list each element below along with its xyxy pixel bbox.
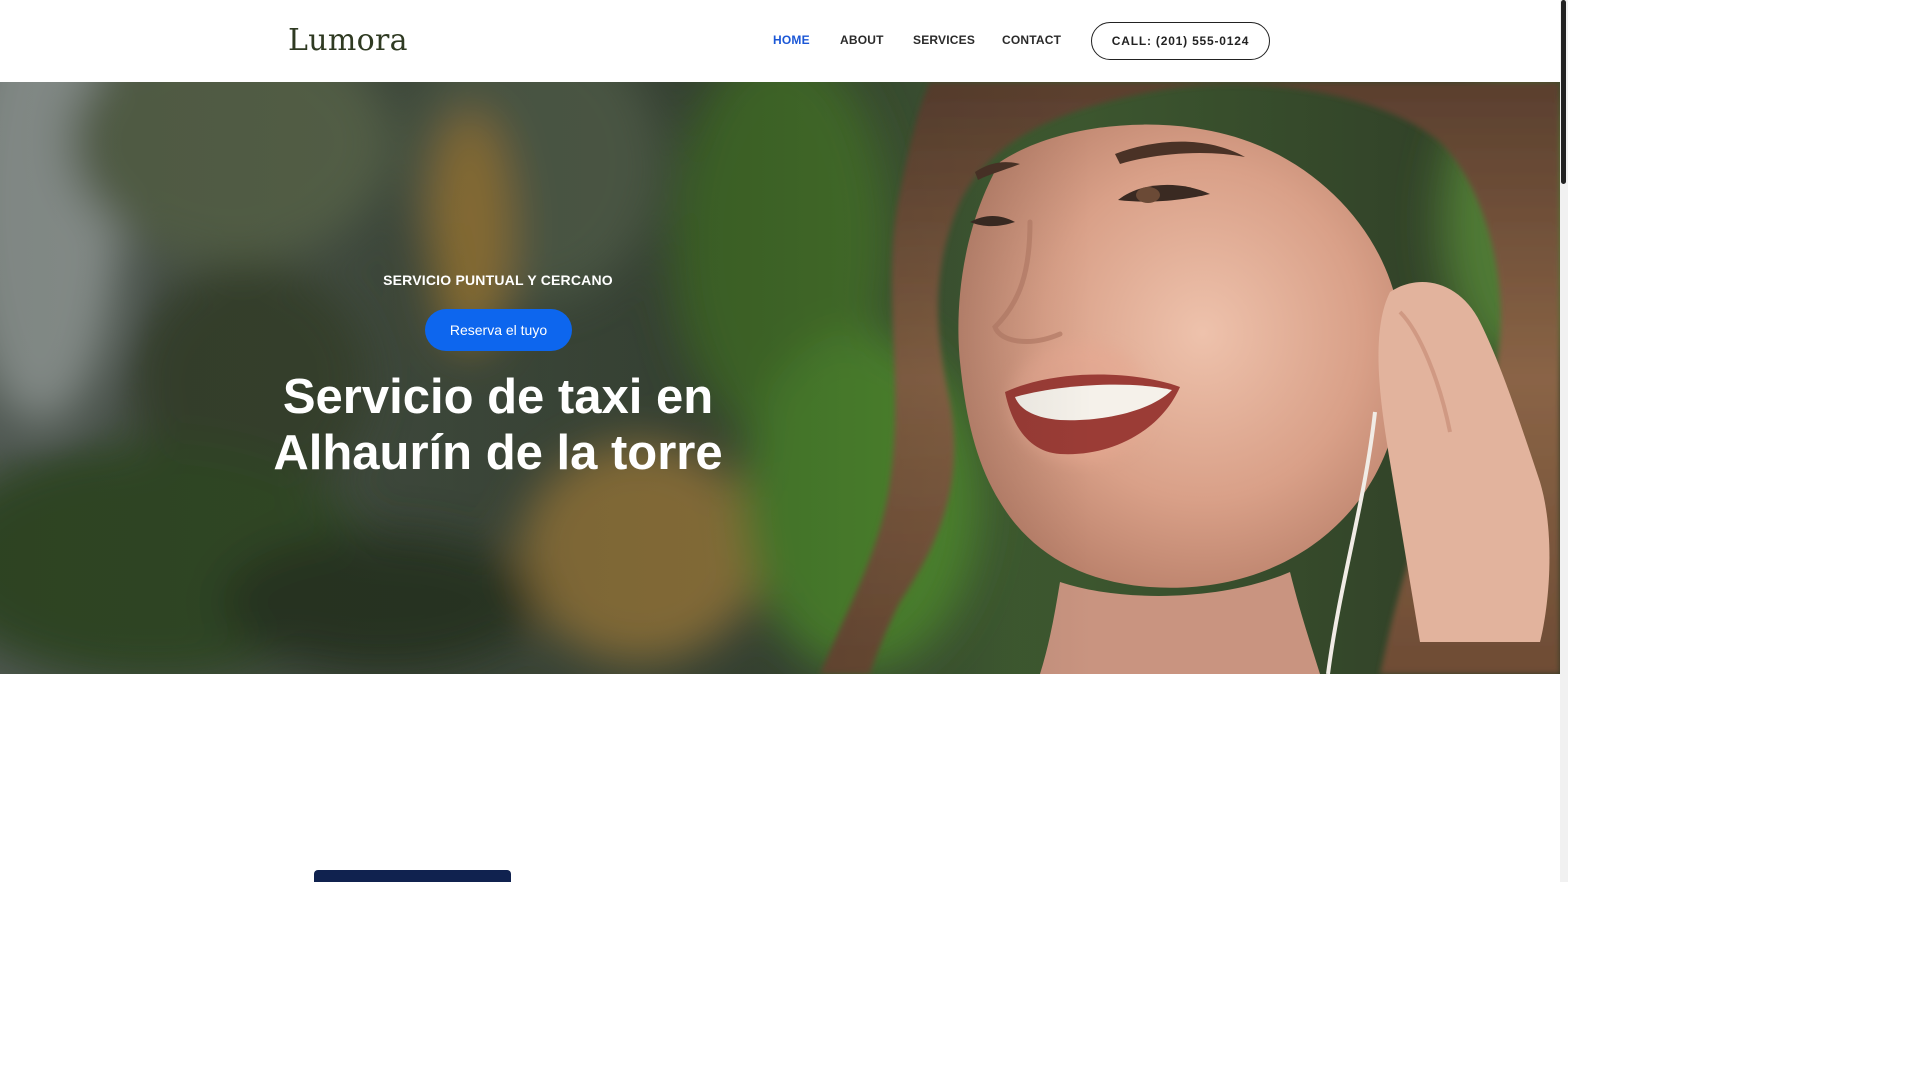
call-button[interactable]: CALL: (201) 555-0124 xyxy=(1091,22,1270,60)
hero-section: SERVICIO PUNTUAL Y CERCANO Reserva el tu… xyxy=(0,82,1560,674)
site-header: Lumora HOME ABOUT SERVICES CONTACT CALL:… xyxy=(0,0,1560,82)
feature-card xyxy=(314,870,511,882)
hero-kicker: SERVICIO PUNTUAL Y CERCANO xyxy=(383,272,613,288)
hero-headline: Servicio de taxi en Alhaurín de la torre xyxy=(248,369,748,481)
nav-services[interactable]: SERVICES xyxy=(913,33,975,49)
nav-about[interactable]: ABOUT xyxy=(840,33,884,49)
nav-home[interactable]: HOME xyxy=(773,33,810,49)
headline-line-2: Alhaurín de la torre xyxy=(273,426,723,480)
scrollbar-thumb[interactable] xyxy=(1561,0,1566,184)
logo[interactable]: Lumora xyxy=(288,22,408,60)
book-button[interactable]: Reserva el tuyo xyxy=(425,309,572,351)
page-scrollbar[interactable] xyxy=(1560,0,1568,882)
headline-line-1: Servicio de taxi en xyxy=(282,370,714,424)
hero-overlay xyxy=(0,82,1560,674)
nav-contact[interactable]: CONTACT xyxy=(1002,33,1061,49)
